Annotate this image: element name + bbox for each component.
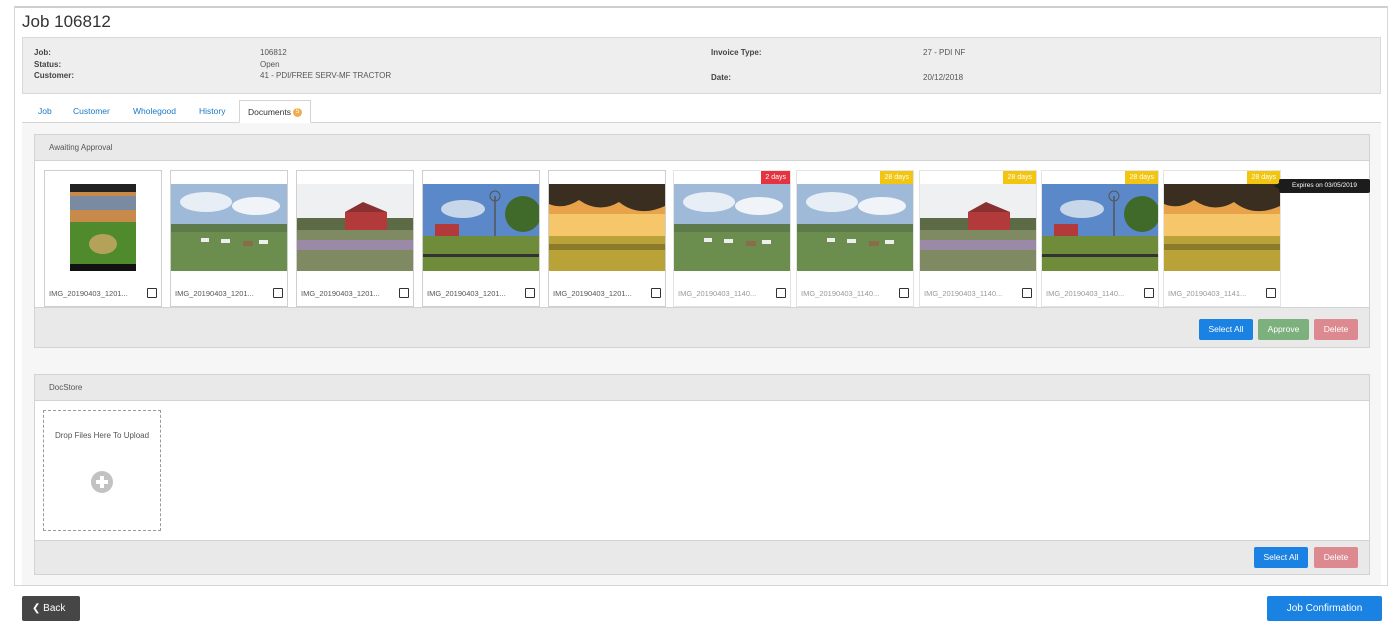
thumbnail-caption: IMG_20190403_1201... — [553, 289, 632, 298]
invoice-type-label: Invoice Type: — [711, 48, 762, 57]
dropzone-text: Drop Files Here To Upload — [54, 431, 150, 440]
gallery-thumbnail[interactable]: IMG_20190403_1201... — [422, 170, 541, 307]
tab-documents-label: Documents — [248, 107, 291, 117]
thumbnail-image[interactable] — [297, 184, 413, 271]
thumbnail-image[interactable] — [797, 184, 913, 271]
docstore-panel: DocStore — [34, 374, 1370, 575]
awaiting-approval-footer — [35, 307, 1369, 347]
thumbnail-caption: IMG_20190403_1140... — [924, 289, 1003, 298]
invoice-type-value: 27 - PDI NF — [923, 48, 966, 57]
thumbnail-image[interactable] — [1042, 184, 1160, 271]
gallery-thumbnail[interactable]: 28 days IMG_20190403_1140... — [1041, 170, 1160, 307]
gallery-thumbnail[interactable]: 28 days IMG_20190403_1140... — [919, 170, 1037, 307]
customer-label: Customer: — [34, 71, 75, 80]
thumbnail-caption: IMG_20190403_1201... — [175, 289, 254, 298]
page-title: Job 106812 — [22, 12, 111, 31]
job-info-panel: Job: 106812 Status: Open Customer: 41 - … — [22, 37, 1381, 94]
gallery-thumbnail[interactable]: IMG_20190403_1201... — [44, 170, 162, 307]
thumbnail-caption: IMG_20190403_1140... — [801, 289, 880, 298]
thumbnail-caption: IMG_20190403_1140... — [1046, 289, 1125, 298]
thumbnail-caption: IMG_20190403_1201... — [49, 289, 128, 298]
thumbnail-image[interactable] — [549, 184, 665, 271]
date-label: Date: — [711, 73, 732, 82]
expiry-badge: 2 days — [761, 171, 790, 184]
documents-count-badge: 5 — [293, 108, 303, 118]
select-checkbox[interactable] — [1144, 288, 1154, 298]
thumbnail-caption: IMG_20190403_1141... — [1168, 289, 1247, 298]
status-value: Open — [260, 60, 280, 69]
thumbnail-image[interactable] — [171, 184, 287, 271]
thumbnail-caption: IMG_20190403_1201... — [427, 289, 506, 298]
gallery-thumbnail[interactable]: 28 days IMG_20190403_1141... — [1163, 170, 1281, 307]
gallery-thumbnail[interactable]: IMG_20190403_1201... — [170, 170, 288, 307]
status-label: Status: — [34, 60, 62, 69]
docstore-footer — [35, 540, 1369, 574]
thumbnail-image[interactable] — [674, 184, 790, 271]
back-button[interactable]: ❮ Back — [22, 596, 80, 621]
tab-wholegood[interactable]: Wholegood — [133, 100, 176, 123]
file-dropzone[interactable]: Drop Files Here To Upload — [43, 410, 161, 531]
delete-button[interactable]: Delete — [1314, 319, 1358, 340]
tab-customer[interactable]: Customer — [73, 100, 110, 123]
thumbnail-caption: IMG_20190403_1140... — [678, 289, 757, 298]
customer-value: 41 - PDI/FREE SERV-MF TRACTOR — [260, 71, 392, 80]
date-value: 20/12/2018 — [923, 73, 964, 82]
awaiting-approval-title: Awaiting Approval — [35, 135, 1369, 161]
docstore-select-all-button[interactable]: Select All — [1254, 547, 1308, 568]
expiry-badge: 28 days — [1125, 171, 1158, 184]
select-all-button[interactable]: Select All — [1199, 319, 1253, 340]
select-checkbox[interactable] — [899, 288, 909, 298]
expiry-tooltip: Expires on 03/05/2019 — [1274, 179, 1370, 193]
approve-button[interactable]: Approve — [1258, 319, 1309, 340]
select-checkbox[interactable] — [273, 288, 283, 298]
docstore-delete-button[interactable]: Delete — [1314, 547, 1358, 568]
gallery-thumbnail[interactable]: IMG_20190403_1201... — [548, 170, 666, 307]
select-checkbox[interactable] — [651, 288, 661, 298]
select-checkbox[interactable] — [525, 288, 535, 298]
gallery-thumbnail[interactable]: IMG_20190403_1201... — [296, 170, 414, 307]
job-confirmation-button[interactable]: Job Confirmation — [1267, 596, 1382, 621]
tab-bar: Job Customer Wholegood History Documents… — [22, 100, 1381, 123]
expiry-badge: 28 days — [880, 171, 913, 184]
gallery-thumbnail[interactable]: 2 days IMG_20190403_1140... — [673, 170, 791, 307]
select-checkbox[interactable] — [776, 288, 786, 298]
thumbnail-image[interactable] — [423, 184, 541, 271]
select-checkbox[interactable] — [399, 288, 409, 298]
select-checkbox[interactable] — [1022, 288, 1032, 298]
thumbnail-image[interactable] — [45, 184, 161, 271]
chevron-left-icon: ❮ — [32, 603, 41, 614]
add-icon[interactable] — [91, 471, 113, 493]
job-value: 106812 — [260, 48, 287, 57]
docstore-title: DocStore — [35, 375, 1369, 401]
expiry-badge: 28 days — [1003, 171, 1036, 184]
tab-history[interactable]: History — [199, 100, 225, 123]
thumbnail-image[interactable] — [920, 184, 1036, 271]
thumbnail-caption: IMG_20190403_1201... — [301, 289, 380, 298]
gallery-thumbnail[interactable]: 28 days IMG_20190403_1140... — [796, 170, 914, 307]
thumbnail-image[interactable] — [1164, 184, 1280, 271]
job-label: Job: — [34, 48, 51, 57]
select-checkbox[interactable] — [147, 288, 157, 298]
select-checkbox[interactable] — [1266, 288, 1276, 298]
tab-job[interactable]: Job — [38, 100, 52, 123]
back-label: Back — [43, 603, 66, 614]
tab-documents[interactable]: Documents 5 — [239, 100, 312, 123]
